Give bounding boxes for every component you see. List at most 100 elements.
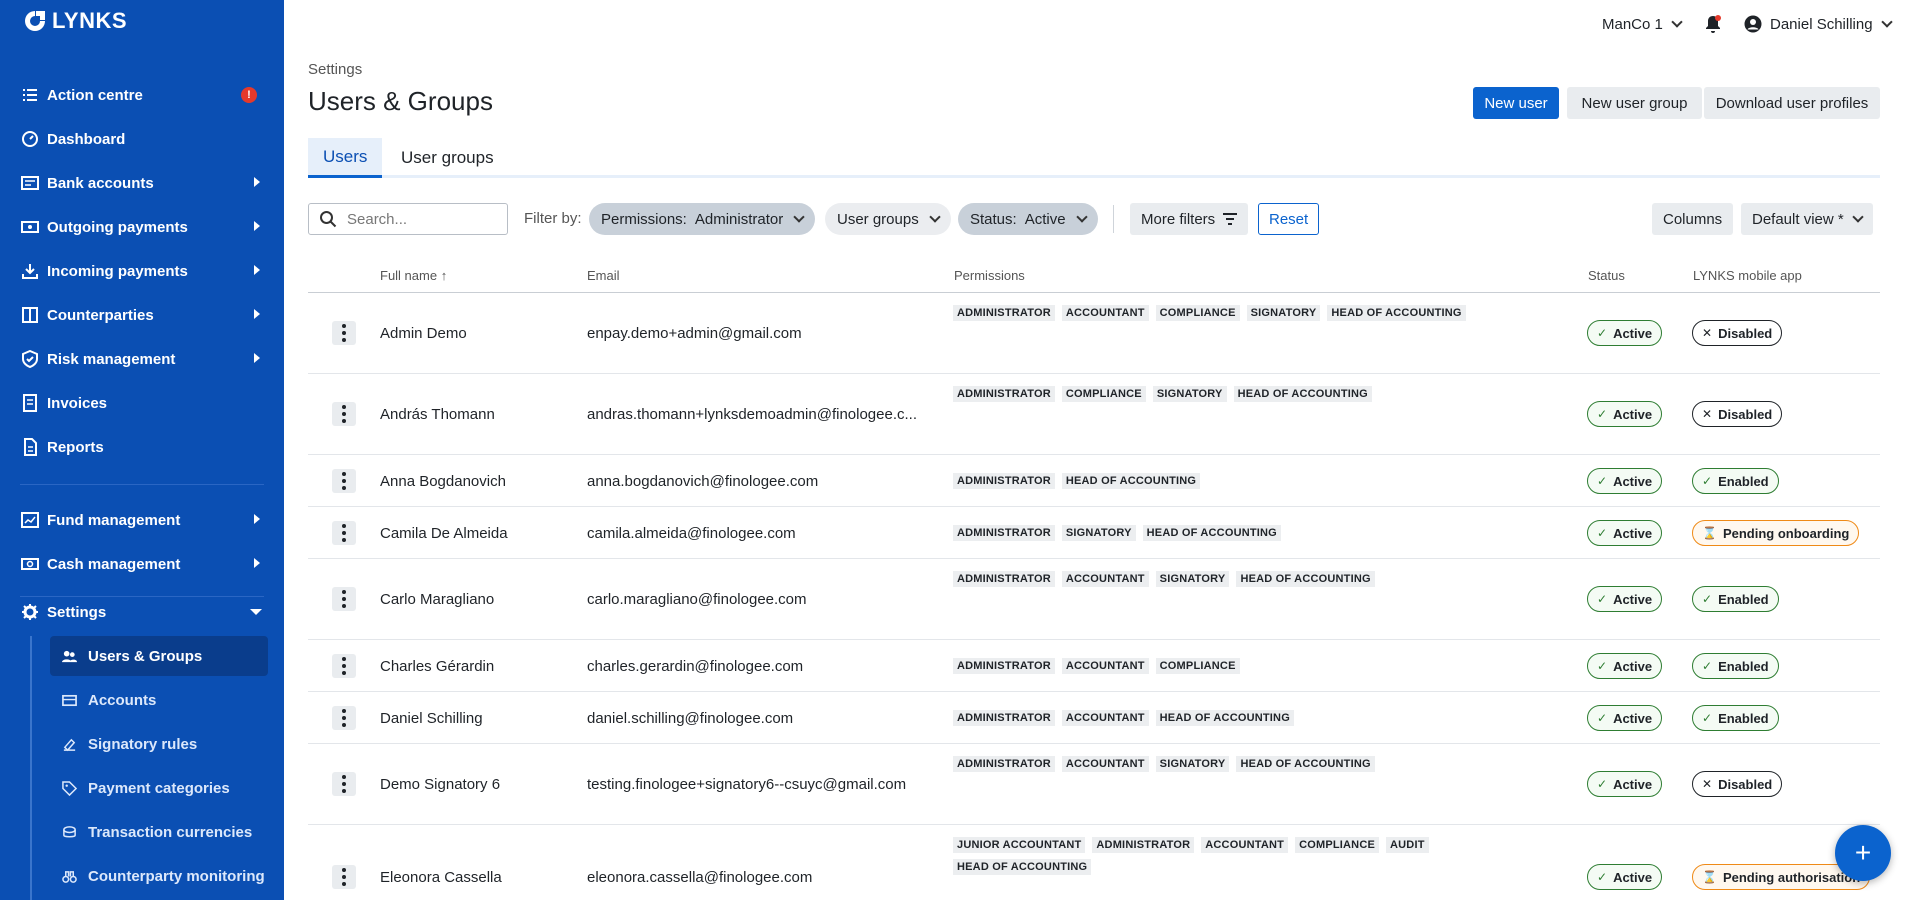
tab-user-groups[interactable]: User groups xyxy=(386,138,509,178)
permission-tag: ADMINISTRATOR xyxy=(953,305,1055,321)
mobile-app-badge: ✓ Enabled xyxy=(1692,705,1779,731)
tab-users[interactable]: Users xyxy=(308,138,383,178)
row-menu-button[interactable] xyxy=(332,654,356,678)
chip-label: User groups xyxy=(837,210,919,228)
row-menu-button[interactable] xyxy=(332,521,356,545)
column-header-full-name[interactable]: Full name ↑ xyxy=(380,268,447,283)
binoculars-icon xyxy=(60,867,78,885)
breadcrumb[interactable]: Settings xyxy=(308,61,362,78)
row-menu-button[interactable] xyxy=(332,706,356,730)
permission-tag: ADMINISTRATOR xyxy=(953,386,1055,402)
column-header-status[interactable]: Status xyxy=(1588,268,1625,283)
search-input[interactable] xyxy=(347,210,497,228)
user-groups-filter-chip[interactable]: User groups xyxy=(825,203,951,235)
user-avatar-icon xyxy=(1744,15,1762,33)
company-selector[interactable]: ManCo 1 xyxy=(1602,12,1683,36)
check-icon: ✓ xyxy=(1597,526,1608,540)
column-header-label: Full name xyxy=(380,268,438,283)
check-icon: ✓ xyxy=(1597,326,1608,340)
row-menu-button[interactable] xyxy=(332,469,356,493)
caret-right-icon xyxy=(254,177,260,187)
check-icon: ✓ xyxy=(1597,407,1608,421)
sidebar-item-action-centre[interactable]: Action centre ! xyxy=(0,75,284,115)
row-menu-button[interactable] xyxy=(332,321,356,345)
table-row[interactable]: Daniel Schilling daniel.schilling@finolo… xyxy=(308,692,1880,744)
table-row[interactable]: Admin Demo enpay.demo+admin@gmail.com AD… xyxy=(308,293,1880,374)
sidebar-item-reports[interactable]: Reports xyxy=(0,427,284,467)
column-header-mobile-app[interactable]: LYNKS mobile app xyxy=(1693,268,1802,283)
permission-tag: COMPLIANCE xyxy=(1155,305,1240,321)
permission-tag: SIGNATORY xyxy=(1155,756,1230,772)
mobile-app-badge: ✓ Enabled xyxy=(1692,586,1779,612)
row-menu-button[interactable] xyxy=(332,865,356,889)
sidebar-item-counterparties[interactable]: Counterparties xyxy=(0,295,284,335)
sidebar-item-label: Invoices xyxy=(47,394,108,412)
row-menu-button[interactable] xyxy=(332,587,356,611)
coins-icon xyxy=(60,823,78,841)
permission-tag: ACCOUNTANT xyxy=(1061,305,1149,321)
table-row[interactable]: Camila De Almeida camila.almeida@finolog… xyxy=(308,507,1880,559)
bank-card-icon xyxy=(20,173,40,193)
user-menu[interactable]: Daniel Schilling xyxy=(1744,12,1893,36)
view-selector[interactable]: Default view * xyxy=(1741,203,1873,235)
caret-right-icon xyxy=(254,265,260,275)
sidebar-subitem-transaction-currencies[interactable]: Transaction currencies xyxy=(50,812,268,852)
chevron-down-icon xyxy=(1880,16,1893,28)
column-header-permissions[interactable]: Permissions xyxy=(954,268,1025,283)
check-icon: ✓ xyxy=(1597,777,1608,791)
sidebar-subitem-label: Counterparty monitoring xyxy=(88,867,265,885)
permission-tag: ACCOUNTANT xyxy=(1201,837,1289,853)
sidebar-item-cash-management[interactable]: Cash management xyxy=(0,544,284,584)
download-user-profiles-button[interactable]: Download user profiles xyxy=(1704,87,1880,119)
sidebar-item-fund-management[interactable]: Fund management xyxy=(0,500,284,540)
new-user-button[interactable]: New user xyxy=(1473,87,1559,119)
sidebar-item-invoices[interactable]: Invoices xyxy=(0,383,284,423)
notifications-button[interactable] xyxy=(1704,12,1722,36)
sidebar-subitem-signatory-rules[interactable]: Signatory rules xyxy=(50,724,268,764)
brand-logo[interactable]: LYNKS xyxy=(22,8,127,34)
table-row[interactable]: Demo Signatory 6 testing.finologee+signa… xyxy=(308,744,1880,825)
table-row[interactable]: Anna Bogdanovich anna.bogdanovich@finolo… xyxy=(308,455,1880,507)
alert-badge: ! xyxy=(241,87,257,103)
sidebar-subitem-accounts[interactable]: Accounts xyxy=(50,680,268,720)
mobile-app-badge: ✕ Disabled xyxy=(1692,320,1783,346)
search-field[interactable] xyxy=(308,203,508,235)
permission-tag: ADMINISTRATOR xyxy=(953,658,1055,674)
sidebar-subitem-counterparty-monitoring[interactable]: Counterparty monitoring xyxy=(50,856,268,896)
table-row[interactable]: Eleonora Cassella eleonora.cassella@fino… xyxy=(308,825,1880,900)
check-icon: ✓ xyxy=(1702,659,1713,673)
new-user-group-button[interactable]: New user group xyxy=(1567,87,1702,119)
table-row[interactable]: Charles Gérardin charles.gerardin@finolo… xyxy=(308,640,1880,692)
status-text: Active xyxy=(1613,591,1653,607)
reset-button[interactable]: Reset xyxy=(1258,203,1320,235)
hourglass-icon: ⌛ xyxy=(1702,526,1717,540)
sidebar-subitem-users-groups[interactable]: Users & Groups xyxy=(50,636,268,676)
sidebar-item-dashboard[interactable]: Dashboard xyxy=(0,119,284,159)
sidebar-item-outgoing-payments[interactable]: Outgoing payments xyxy=(0,207,284,247)
sidebar-subitem-payment-categories[interactable]: Payment categories xyxy=(50,768,268,808)
row-menu-button[interactable] xyxy=(332,772,356,796)
row-menu-button[interactable] xyxy=(332,402,356,426)
permissions-filter-chip[interactable]: Permissions: Administrator xyxy=(589,203,816,235)
row-name: Camila De Almeida xyxy=(380,525,508,542)
table-row[interactable]: Carlo Maragliano carlo.maragliano@finolo… xyxy=(308,559,1880,640)
status-filter-chip[interactable]: Status: Active xyxy=(958,203,1098,235)
sort-arrow-up-icon: ↑ xyxy=(440,268,448,283)
sidebar-item-settings[interactable]: Settings xyxy=(0,592,284,632)
table-row[interactable]: András Thomann andras.thomann+lynksdemoa… xyxy=(308,374,1880,455)
chevron-down-icon xyxy=(793,211,805,223)
sidebar-item-bank-accounts[interactable]: Bank accounts xyxy=(0,163,284,203)
columns-button[interactable]: Columns xyxy=(1652,203,1734,235)
add-fab-button[interactable]: + xyxy=(1835,825,1891,881)
sidebar-item-risk-management[interactable]: Risk management xyxy=(0,339,284,379)
sidebar-item-label: Counterparties xyxy=(47,306,154,324)
permission-tag: HEAD OF ACCOUNTING xyxy=(953,859,1092,875)
column-header-email[interactable]: Email xyxy=(587,268,620,283)
tabs-underline xyxy=(308,175,1880,178)
sidebar-item-label: Outgoing payments xyxy=(47,218,188,236)
permission-tag: ACCOUNTANT xyxy=(1061,571,1149,587)
sidebar-item-incoming-payments[interactable]: Incoming payments xyxy=(0,251,284,291)
sidebar-item-label: Risk management xyxy=(47,350,176,368)
more-filters-button[interactable]: More filters xyxy=(1130,203,1249,235)
status-text: Active xyxy=(1613,325,1653,341)
